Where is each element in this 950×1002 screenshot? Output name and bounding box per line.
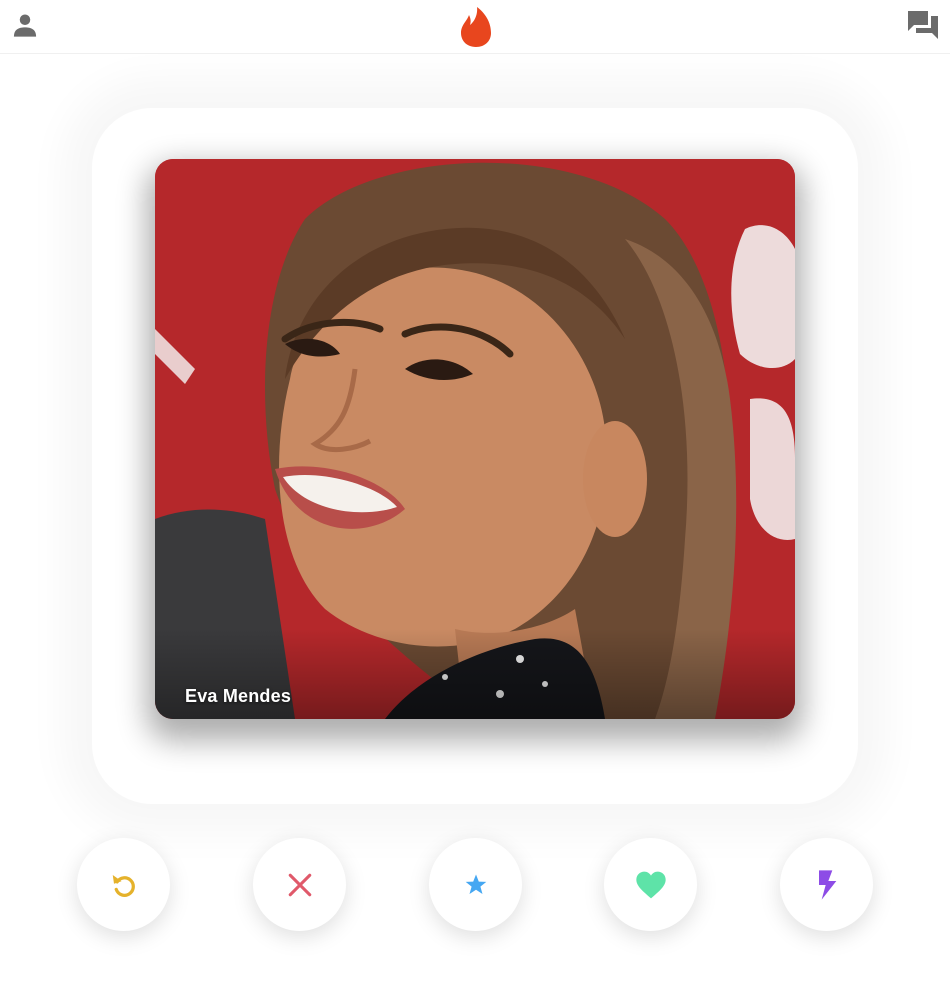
lightning-icon bbox=[818, 869, 836, 900]
super-like-button[interactable] bbox=[429, 838, 522, 931]
profile-photo bbox=[155, 159, 795, 719]
flame-logo-icon bbox=[461, 7, 491, 47]
profile-button[interactable] bbox=[8, 8, 42, 42]
top-header bbox=[0, 0, 950, 54]
rewind-button[interactable] bbox=[77, 838, 170, 931]
boost-button[interactable] bbox=[780, 838, 873, 931]
nope-button[interactable] bbox=[253, 838, 346, 931]
close-icon bbox=[288, 873, 311, 896]
like-button[interactable] bbox=[604, 838, 697, 931]
home-logo-button[interactable] bbox=[458, 6, 494, 48]
heart-icon bbox=[635, 871, 666, 898]
profile-card[interactable]: Eva Mendes bbox=[155, 159, 795, 719]
profile-name: Eva Mendes bbox=[185, 686, 292, 706]
rewind-icon bbox=[112, 874, 135, 897]
messages-button[interactable] bbox=[906, 8, 940, 42]
person-icon bbox=[13, 14, 37, 37]
chat-bubbles-icon bbox=[908, 11, 938, 39]
star-icon bbox=[465, 874, 486, 894]
